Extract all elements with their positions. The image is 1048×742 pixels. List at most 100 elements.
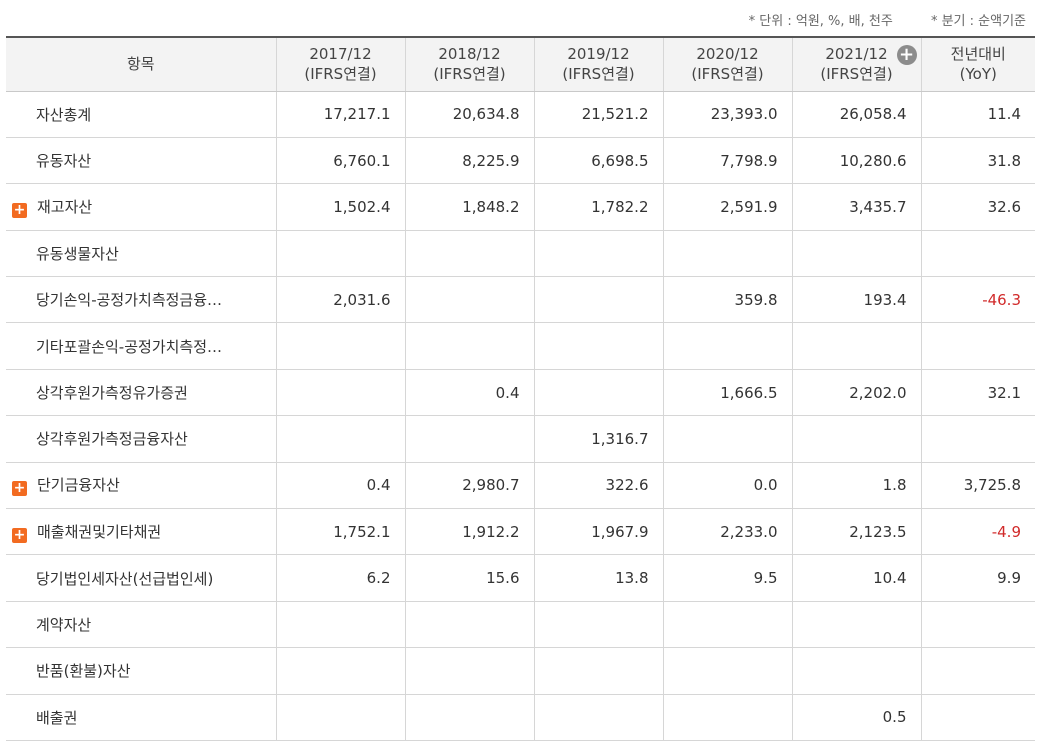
- table-row: 당기손익-공정가치측정금융… 2,031.6 359.8 193.4 -46.3: [6, 276, 1035, 324]
- value-cell: 1,316.7: [533, 415, 663, 463]
- table-row: 배출권 0.5: [6, 694, 1035, 741]
- value-cell: [533, 647, 663, 695]
- value-cell: 1,782.2: [533, 183, 663, 231]
- value-cell: 6,698.5: [533, 137, 663, 185]
- row-label: 자산총계: [6, 91, 276, 138]
- row-label-text: 상각후원가측정유가증권: [36, 384, 188, 403]
- value-cell: 1,502.4: [275, 183, 405, 231]
- row-label: 당기법인세자산(선급법인세): [6, 554, 276, 602]
- value-cell: 3,435.7: [791, 183, 921, 231]
- table-row: 기타포괄손익-공정가치측정…: [6, 322, 1035, 370]
- value-cell: [533, 601, 663, 649]
- row-label-text: 매출채권및기타채권: [37, 522, 162, 541]
- value-cell: 6.2: [275, 554, 405, 602]
- value-cell: [404, 322, 534, 370]
- row-label: 기타포괄손익-공정가치측정…: [6, 322, 276, 370]
- value-cell: 1,848.2: [404, 183, 534, 231]
- column-header-period: 2017/12 (IFRS연결): [275, 36, 405, 92]
- value-cell: 8,225.9: [404, 137, 534, 185]
- value-cell: 7,798.9: [662, 137, 792, 185]
- row-label-text: 당기손익-공정가치측정금융…: [36, 291, 223, 310]
- value-cell: 0.4: [275, 462, 405, 510]
- value-cell: [275, 647, 405, 695]
- value-cell: 1,967.9: [533, 508, 663, 556]
- value-cell: [404, 601, 534, 649]
- value-cell: 2,031.6: [275, 276, 405, 324]
- value-cell: [662, 601, 792, 649]
- value-cell: 2,591.9: [662, 183, 792, 231]
- value-cell: [533, 276, 663, 324]
- value-cell: 359.8: [662, 276, 792, 324]
- value-cell: 17,217.1: [275, 91, 405, 138]
- value-cell: 1,752.1: [275, 508, 405, 556]
- value-cell: 0.5: [791, 694, 921, 741]
- column-header-item: 항목: [6, 36, 276, 92]
- value-cell: 20,634.8: [404, 91, 534, 138]
- basis-note: * 분기 : 순액기준: [930, 14, 1026, 29]
- balance-sheet-table: 항목 2017/12 (IFRS연결) 2018/12 (IFRS연결) 2019/…: [6, 36, 1035, 741]
- plus-circle-icon[interactable]: +: [896, 45, 917, 65]
- table-row: + 매출채권및기타채권 1,752.1 1,912.2 1,967.9 2,233.0 2,…: [6, 508, 1035, 556]
- value-cell: 10,280.6: [791, 137, 921, 185]
- row-label-text: 단기금융자산: [37, 476, 120, 495]
- value-cell: [533, 322, 663, 370]
- value-cell: 0.0: [662, 462, 792, 510]
- value-cell: 10.4: [791, 554, 921, 602]
- value-cell: 21,521.2: [533, 91, 663, 138]
- value-cell: [662, 322, 792, 370]
- value-cell: 322.6: [533, 462, 663, 510]
- value-cell: [662, 230, 792, 278]
- value-cell: [275, 369, 405, 417]
- yoy-cell: [920, 601, 1035, 649]
- value-cell: [275, 694, 405, 741]
- value-cell: [275, 322, 405, 370]
- plus-square-icon[interactable]: +: [12, 527, 27, 543]
- value-cell: [275, 415, 405, 463]
- column-header-period: 2021/12 (IFRS연결) +: [791, 36, 921, 92]
- value-cell: 13.8: [533, 554, 663, 602]
- row-label: 배출권: [6, 694, 276, 741]
- table-row: + 재고자산 1,502.4 1,848.2 1,782.2 2,591.9 3,435.7…: [6, 183, 1035, 231]
- table-row: 계약자산: [6, 601, 1035, 649]
- row-label[interactable]: + 매출채권및기타채권: [6, 508, 276, 556]
- table-header-row: 항목 2017/12 (IFRS연결) 2018/12 (IFRS연결) 2019/…: [6, 36, 1035, 92]
- value-cell: [791, 230, 921, 278]
- value-cell: 9.5: [662, 554, 792, 602]
- row-label-text: 배출권: [36, 708, 78, 727]
- value-cell: [404, 647, 534, 695]
- table-row: + 단기금융자산 0.4 2,980.7 322.6 0.0 1.8 3,725.8: [6, 462, 1035, 510]
- yoy-cell: 32.6: [920, 183, 1035, 231]
- yoy-cell: [920, 230, 1035, 278]
- value-cell: [791, 647, 921, 695]
- value-cell: 1.8: [791, 462, 921, 510]
- table-row: 유동자산 6,760.1 8,225.9 6,698.5 7,798.9 10,280.6…: [6, 137, 1035, 185]
- yoy-cell: -4.9: [920, 508, 1035, 556]
- table-row: 유동생물자산: [6, 230, 1035, 278]
- row-label: 계약자산: [6, 601, 276, 649]
- value-cell: [662, 415, 792, 463]
- value-cell: 6,760.1: [275, 137, 405, 185]
- row-label[interactable]: + 재고자산: [6, 183, 276, 231]
- yoy-cell: [920, 415, 1035, 463]
- row-label-text: 자산총계: [36, 105, 92, 124]
- value-cell: [791, 415, 921, 463]
- yoy-cell: 31.8: [920, 137, 1035, 185]
- row-label-text: 유동생물자산: [36, 244, 119, 263]
- yoy-cell: [920, 647, 1035, 695]
- row-label[interactable]: + 단기금융자산: [6, 462, 276, 510]
- value-cell: 2,202.0: [791, 369, 921, 417]
- value-cell: [533, 369, 663, 417]
- plus-square-icon[interactable]: +: [12, 202, 27, 218]
- column-header-yoy: 전년대비 (YoY): [920, 36, 1035, 92]
- value-cell: 23,393.0: [662, 91, 792, 138]
- value-cell: [275, 601, 405, 649]
- row-label: 유동자산: [6, 137, 276, 185]
- value-cell: [275, 230, 405, 278]
- row-label-text: 상각후원가측정금융자산: [36, 430, 188, 449]
- plus-square-icon[interactable]: +: [12, 481, 27, 497]
- yoy-cell: 32.1: [920, 369, 1035, 417]
- row-label-text: 계약자산: [36, 615, 92, 634]
- value-cell: [791, 322, 921, 370]
- value-cell: [404, 230, 534, 278]
- value-cell: [791, 601, 921, 649]
